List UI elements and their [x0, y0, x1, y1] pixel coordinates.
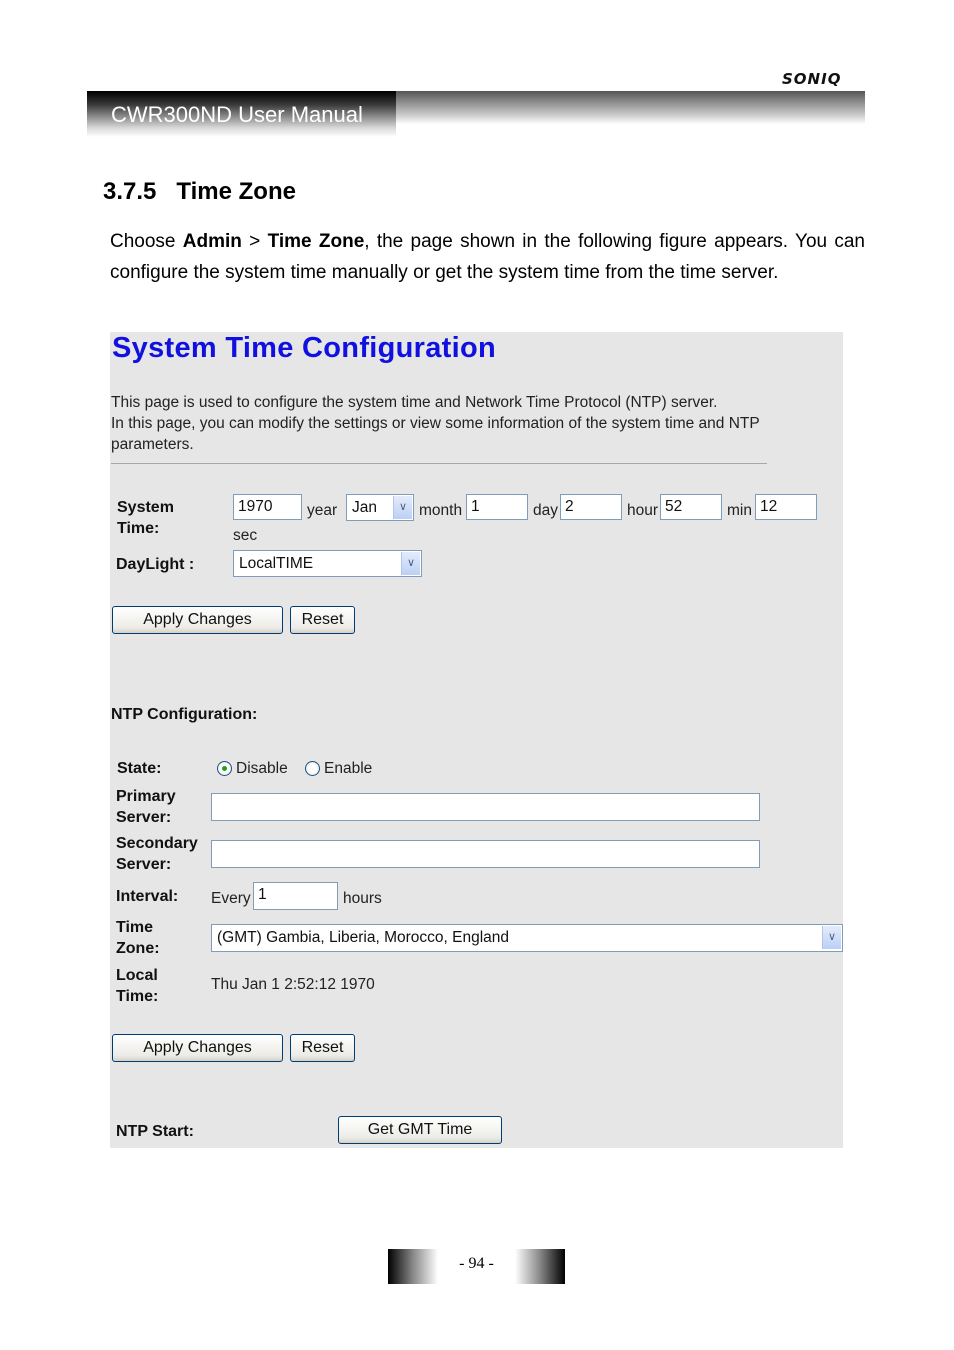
intro-separator: >: [241, 231, 268, 252]
system-time-config-screenshot: System Time Configuration This page is u…: [110, 332, 843, 1148]
daylight-select[interactable]: LocalTIME ∨: [233, 550, 422, 577]
month-select[interactable]: Jan ∨: [346, 494, 414, 521]
sec-unit: sec: [233, 527, 258, 544]
state-disable-label[interactable]: Disable: [236, 760, 288, 778]
label-line: Time: [116, 919, 154, 936]
label-line: Zone:: [116, 940, 160, 957]
get-gmt-time-button[interactable]: Get GMT Time: [338, 1116, 502, 1144]
reset-button[interactable]: Reset: [290, 606, 355, 634]
state-disable-radio[interactable]: [217, 761, 232, 776]
ntp-start-label: NTP Start:: [116, 1123, 194, 1140]
page-number: - 94 -: [459, 1255, 494, 1272]
state-enable-radio[interactable]: [305, 761, 320, 776]
hour-unit: hour: [627, 502, 659, 519]
state-label: State:: [117, 760, 162, 777]
interval-label: Interval:: [116, 888, 179, 905]
manual-title: CWR300ND User Manual: [111, 102, 363, 127]
time-zone-select[interactable]: (GMT) Gambia, Liberia, Morocco, England …: [211, 924, 843, 952]
label-line: Server:: [116, 856, 172, 873]
interval-prefix: Every: [211, 890, 251, 907]
primary-server-input[interactable]: [211, 793, 760, 821]
description-line: This page is used to configure the syste…: [111, 394, 718, 411]
interval-unit: hours: [343, 890, 382, 907]
interval-input[interactable]: 1: [253, 882, 338, 910]
local-time-value: Thu Jan 1 2:52:12 1970: [211, 976, 375, 993]
page-footer: - 94 -: [388, 1249, 565, 1284]
hour-input[interactable]: 2: [560, 494, 622, 520]
section-heading: 3.7.5 Time Zone: [103, 178, 296, 206]
day-input[interactable]: 1: [466, 494, 528, 520]
day-unit: day: [533, 502, 558, 519]
year-input[interactable]: 1970: [233, 494, 302, 520]
chevron-down-icon[interactable]: ∨: [393, 496, 412, 519]
min-input[interactable]: 52: [660, 494, 722, 520]
daylight-label: DayLight :: [116, 556, 195, 573]
menu-time-zone: Time Zone: [267, 231, 365, 252]
ntp-apply-changes-button[interactable]: Apply Changes: [112, 1034, 283, 1062]
chevron-down-icon[interactable]: ∨: [401, 552, 420, 575]
label-line: Time:: [117, 520, 160, 537]
secondary-server-input[interactable]: [211, 840, 760, 868]
label-line: Primary: [116, 788, 176, 805]
label-line: Time:: [116, 988, 159, 1005]
min-unit: min: [727, 502, 752, 519]
label-line: Server:: [116, 809, 172, 826]
year-unit: year: [307, 502, 338, 519]
chevron-down-icon[interactable]: ∨: [822, 926, 841, 949]
time-zone-value: (GMT) Gambia, Liberia, Morocco, England: [217, 929, 510, 946]
month-unit: month: [419, 502, 463, 519]
section-title: Time Zone: [176, 178, 296, 205]
manual-header-bar: CWR300ND User Manual: [87, 91, 865, 137]
divider: [111, 463, 767, 464]
state-enable-label[interactable]: Enable: [324, 760, 372, 778]
local-time-label: Local Time:: [116, 965, 158, 1007]
menu-admin: Admin: [182, 231, 242, 252]
sec-input[interactable]: 12: [755, 494, 817, 520]
apply-changes-button[interactable]: Apply Changes: [112, 606, 283, 634]
secondary-server-label: Secondary Server:: [116, 833, 198, 875]
page-description: This page is used to configure the syste…: [111, 392, 841, 455]
ntp-reset-button[interactable]: Reset: [290, 1034, 355, 1062]
page-title: System Time Configuration: [112, 332, 497, 364]
description-line: In this page, you can modify the setting…: [111, 415, 760, 453]
daylight-value: LocalTIME: [239, 555, 314, 572]
label-line: System: [117, 499, 174, 516]
brand-logo: SONIQ: [782, 70, 842, 88]
month-value: Jan: [352, 499, 377, 516]
time-zone-label: Time Zone:: [116, 917, 160, 959]
header-gradient: [396, 91, 865, 124]
label-line: Local: [116, 967, 158, 984]
intro-paragraph: Choose Admin > Time Zone, the page shown…: [110, 226, 865, 288]
section-number: 3.7.5: [103, 178, 157, 205]
label-line: Secondary: [116, 835, 198, 852]
system-time-label: System Time:: [117, 497, 174, 539]
ntp-configuration-heading: NTP Configuration:: [111, 706, 258, 723]
primary-server-label: Primary Server:: [116, 786, 176, 828]
intro-text: Choose: [110, 231, 183, 252]
